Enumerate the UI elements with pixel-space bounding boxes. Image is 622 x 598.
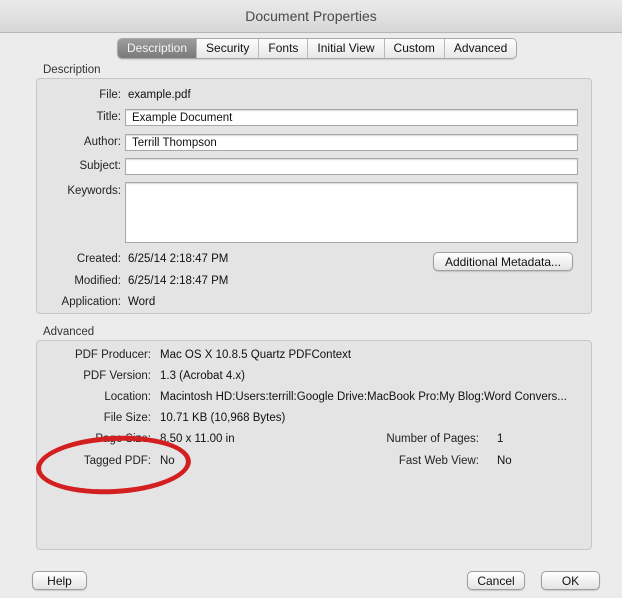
tab-bar: Description Security Fonts Initial View … [117, 38, 518, 59]
tab-fonts[interactable]: Fonts [258, 39, 307, 58]
created-value: 6/25/14 2:18:47 PM [128, 253, 229, 265]
tab-initial-view[interactable]: Initial View [307, 39, 383, 58]
pdf-version-label: PDF Version: [83, 370, 151, 382]
ok-button[interactable]: OK [541, 571, 600, 590]
author-label: Author: [83, 136, 121, 148]
pdf-version-value: 1.3 (Acrobat 4.x) [160, 370, 246, 382]
fast-web-view-value: No [497, 455, 512, 467]
page-size-label: Page Size: [95, 433, 151, 445]
file-label: File: [99, 89, 121, 101]
pdf-producer-label: PDF Producer: [74, 349, 151, 361]
created-label: Created: [76, 253, 121, 265]
file-size-value: 10.71 KB (10,968 Bytes) [160, 412, 286, 424]
modified-value: 6/25/14 2:18:47 PM [128, 275, 229, 287]
cancel-button[interactable]: Cancel [467, 571, 525, 590]
additional-metadata-button[interactable]: Additional Metadata... [433, 252, 573, 271]
number-of-pages-label: Number of Pages: [386, 433, 479, 445]
location-label: Location: [104, 391, 151, 403]
author-field[interactable]: Terrill Thompson [125, 134, 578, 151]
page-size-value: 8.50 x 11.00 in [160, 433, 235, 445]
tab-security[interactable]: Security [196, 39, 258, 58]
application-label: Application: [61, 296, 121, 308]
fast-web-view-label: Fast Web View: [398, 455, 479, 467]
help-button[interactable]: Help [32, 571, 87, 590]
file-value: example.pdf [128, 89, 191, 101]
title-bar: Document Properties [0, 0, 622, 33]
tab-custom[interactable]: Custom [383, 39, 444, 58]
pdf-producer-value: Mac OS X 10.8.5 Quartz PDFContext [160, 349, 352, 361]
location-value: Macintosh HD:Users:terrill:Google Drive:… [160, 391, 567, 403]
description-section-label: Description [43, 64, 101, 76]
keywords-label: Keywords: [67, 185, 121, 197]
modified-label: Modified: [74, 275, 121, 287]
tagged-pdf-label: Tagged PDF: [83, 455, 151, 467]
subject-label: Subject: [79, 160, 121, 172]
subject-field[interactable] [125, 158, 578, 175]
application-value: Word [128, 296, 156, 308]
keywords-field[interactable] [125, 182, 578, 243]
file-size-label: File Size: [103, 412, 151, 424]
advanced-section-label: Advanced [43, 326, 95, 338]
title-label: Title: [96, 111, 122, 123]
tagged-pdf-value: No [160, 455, 175, 467]
tab-description[interactable]: Description [118, 39, 197, 58]
number-of-pages-value: 1 [497, 433, 504, 445]
tab-advanced[interactable]: Advanced [443, 39, 516, 58]
window-title: Document Properties [245, 8, 377, 24]
title-field[interactable]: Example Document [125, 109, 578, 126]
